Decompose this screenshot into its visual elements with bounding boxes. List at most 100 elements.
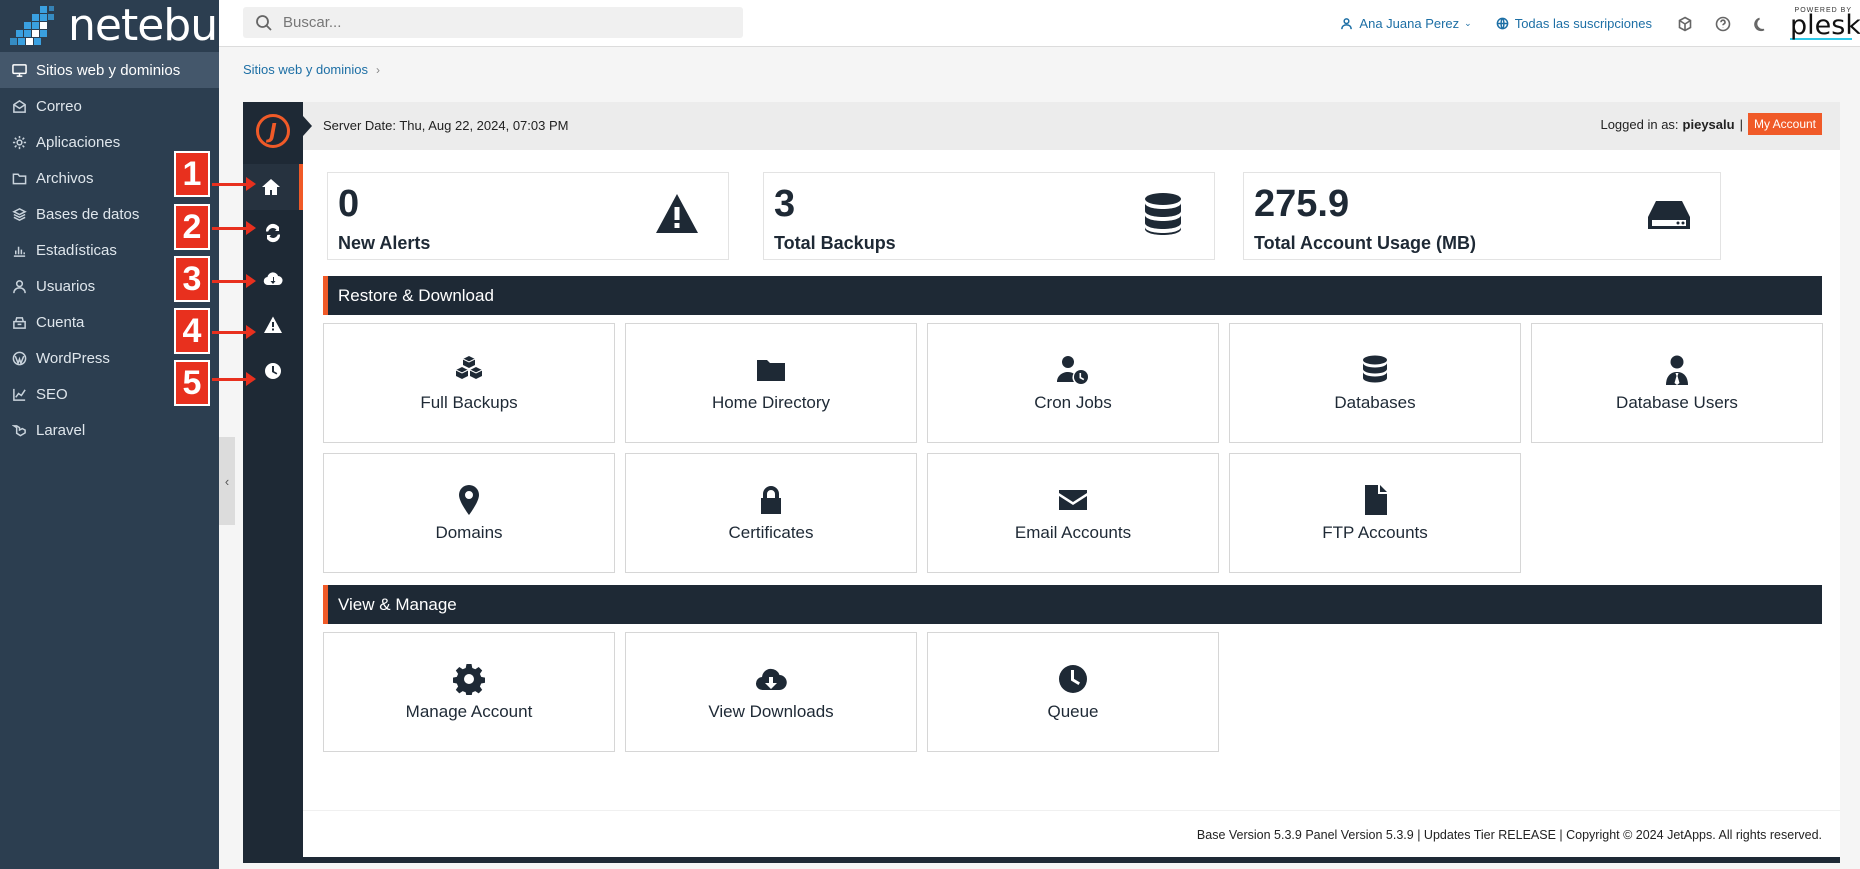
- globe-icon: [1496, 17, 1509, 30]
- jetbackup-logo-icon: J: [256, 114, 290, 148]
- tile-domains[interactable]: Domains: [323, 453, 615, 573]
- netebu-logo[interactable]: netebu: [0, 0, 219, 52]
- topbar: Ana Juana Perez ⌄ Todas las suscripcione…: [219, 0, 1860, 47]
- tile-cron-jobs[interactable]: Cron Jobs: [927, 323, 1219, 443]
- nav-item-websites-domains[interactable]: Sitios web y dominios: [0, 52, 219, 88]
- callout-arrow-5: [212, 372, 256, 386]
- stat-label: Total Backups: [774, 233, 896, 253]
- tile-queue[interactable]: Queue: [927, 632, 1219, 752]
- sidebar-collapse-handle[interactable]: ‹: [219, 437, 235, 525]
- search-icon: [256, 14, 272, 31]
- laravel-icon: [11, 422, 27, 438]
- callout-arrow-2: [212, 221, 256, 235]
- gear-icon: [11, 134, 27, 150]
- breadcrumb-separator: ›: [376, 62, 380, 77]
- stat-account-usage[interactable]: 275.9 Total Account Usage (MB): [1243, 172, 1721, 260]
- nav-label: SEO: [36, 385, 68, 403]
- nav-label: Aplicaciones: [36, 133, 121, 151]
- database-icon: [1140, 191, 1186, 237]
- sync-icon: [265, 223, 281, 243]
- stat-new-alerts[interactable]: 0 New Alerts: [327, 172, 729, 260]
- cubes-icon: [453, 354, 485, 386]
- logo-text: netebu: [68, 0, 218, 51]
- tile-label: Certificates: [728, 522, 814, 542]
- plesk-logo: POWERED BY plesk: [1790, 7, 1860, 41]
- tile-database-users[interactable]: Database Users: [1531, 323, 1823, 443]
- section-restore-download: Restore & Download: [323, 276, 1822, 315]
- moon-icon: [1754, 17, 1765, 31]
- nav-label: WordPress: [36, 349, 110, 367]
- stat-total-backups[interactable]: 3 Total Backups: [763, 172, 1215, 260]
- user-icon: [11, 278, 27, 294]
- map-marker-icon: [453, 484, 485, 516]
- jb-nav-queue[interactable]: [243, 348, 303, 394]
- database-icon: [11, 206, 27, 222]
- dark-mode-toggle[interactable]: [1752, 15, 1770, 33]
- breadcrumb-item[interactable]: Sitios web y dominios: [243, 62, 368, 77]
- search-input[interactable]: [283, 14, 723, 31]
- nav-label: Correo: [36, 97, 82, 115]
- server-date: Server Date: Thu, Aug 22, 2024, 07:03 PM: [323, 118, 569, 133]
- subscriptions-menu[interactable]: Todas las suscripciones: [1496, 16, 1652, 31]
- user-menu[interactable]: Ana Juana Perez ⌄: [1340, 16, 1472, 31]
- tile-manage-account[interactable]: Manage Account: [323, 632, 615, 752]
- tile-label: Queue: [1047, 701, 1099, 721]
- jetbackup-sidebar: J: [243, 102, 303, 863]
- callout-arrow-3: [212, 274, 256, 288]
- nav-label: Cuenta: [36, 313, 85, 331]
- clock-icon: [265, 363, 281, 379]
- user-icon: [1341, 18, 1353, 30]
- nav-label: Sitios web y dominios: [36, 61, 181, 79]
- logged-in-label: Logged in as:: [1600, 116, 1679, 132]
- help-button[interactable]: [1714, 15, 1732, 33]
- nav-item-laravel[interactable]: Laravel: [0, 412, 219, 448]
- section-title: View & Manage: [338, 594, 457, 614]
- tile-email-accounts[interactable]: Email Accounts: [927, 453, 1219, 573]
- search-box[interactable]: [243, 7, 743, 38]
- tile-ftp-accounts[interactable]: FTP Accounts: [1229, 453, 1521, 573]
- monitor-icon: [11, 62, 27, 78]
- nav-item-mail[interactable]: Correo: [0, 88, 219, 124]
- tile-full-backups[interactable]: Full Backups: [323, 323, 615, 443]
- tile-view-downloads[interactable]: View Downloads: [625, 632, 917, 752]
- puzzle-icon: [1678, 16, 1692, 31]
- callout-arrow-4: [212, 325, 256, 339]
- callout-2: 2: [174, 204, 210, 250]
- tile-label: Domains: [435, 522, 503, 542]
- gear-icon: [452, 663, 486, 696]
- seo-icon: [11, 386, 27, 402]
- extensions-button[interactable]: [1676, 15, 1694, 33]
- user-clock-icon: [1057, 354, 1089, 386]
- tile-label: View Downloads: [708, 701, 834, 721]
- section-view-manage: View & Manage: [323, 585, 1822, 624]
- my-account-button[interactable]: My Account: [1747, 113, 1822, 135]
- stat-label: Total Account Usage (MB): [1254, 233, 1477, 253]
- tile-label: FTP Accounts: [1322, 522, 1428, 542]
- callout-3: 3: [174, 256, 210, 302]
- plesk-wordmark: plesk: [1790, 9, 1860, 41]
- footer-text: Base Version 5.3.9 Panel Version 5.3.9 |…: [1196, 828, 1822, 842]
- stat-label: New Alerts: [338, 233, 431, 253]
- account-icon: [11, 314, 27, 330]
- envelope-icon: [1057, 484, 1089, 516]
- user-name: Ana Juana Perez: [1359, 16, 1460, 31]
- tile-label: Manage Account: [405, 701, 533, 721]
- folder-icon: [755, 354, 787, 386]
- pipe-separator: |: [1739, 116, 1743, 132]
- database-icon: [1359, 354, 1391, 386]
- tile-databases[interactable]: Databases: [1229, 323, 1521, 443]
- chevron-down-icon: ⌄: [1464, 18, 1472, 28]
- tile-label: Cron Jobs: [1034, 392, 1112, 412]
- tile-certificates[interactable]: Certificates: [625, 453, 917, 573]
- nav-label: Usuarios: [36, 277, 96, 295]
- jetbackup-panel: J Server Date: Thu, Aug 22, 2024, 07:03 …: [243, 102, 1840, 863]
- lock-icon: [755, 484, 787, 516]
- callout-1: 1: [174, 151, 210, 197]
- wordpress-icon: [11, 350, 27, 366]
- tile-home-directory[interactable]: Home Directory: [625, 323, 917, 443]
- bottom-strip: [243, 857, 1840, 863]
- jetbackup-logo: J: [243, 102, 303, 160]
- folder-icon: [11, 170, 27, 186]
- nav-label: Archivos: [36, 169, 94, 187]
- warning-icon: [654, 191, 700, 237]
